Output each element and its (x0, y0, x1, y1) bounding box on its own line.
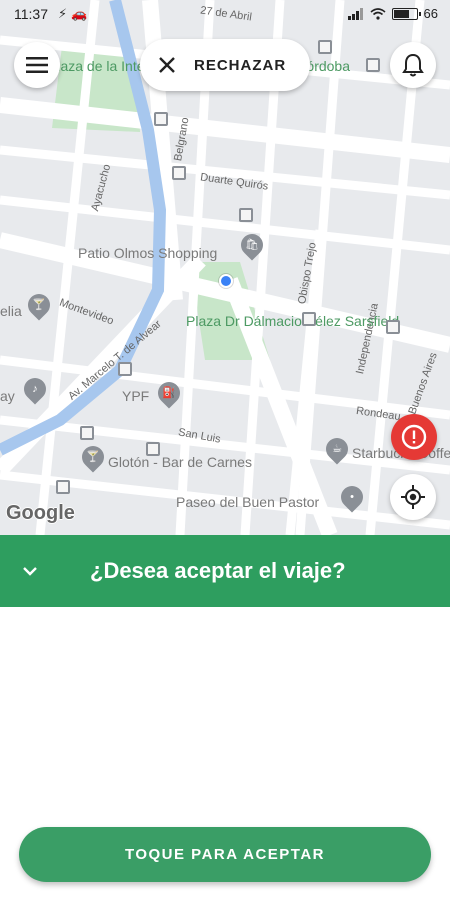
reject-button[interactable]: RECHAZAR (140, 39, 310, 91)
bus-stop-icon (172, 166, 186, 180)
current-location-dot (219, 274, 233, 288)
bus-stop-icon (154, 112, 168, 126)
alert-circle-icon (401, 424, 427, 450)
gas-station-pin-icon[interactable]: ⛽ (153, 377, 185, 409)
accept-trip-button[interactable]: TOQUE PARA ACEPTAR (19, 827, 431, 882)
poi-label: ay (0, 388, 15, 404)
notification-icons: ⚡🚗 (58, 6, 92, 21)
reject-label: RECHAZAR (194, 56, 287, 74)
signal-icon (347, 7, 363, 20)
bus-stop-icon (146, 442, 160, 456)
place-pin-icon[interactable]: • (336, 481, 368, 513)
poi-plaza-intendencia: Plaza de la Intendencia de la ciudad de … (48, 58, 350, 74)
bus-stop-icon (366, 58, 380, 72)
bus-stop-icon (56, 480, 70, 494)
bell-icon (402, 53, 424, 77)
bus-stop-icon (302, 312, 316, 326)
my-location-icon (401, 485, 425, 509)
bus-stop-icon (239, 208, 253, 222)
cafe-pin-icon[interactable]: ☕ (321, 433, 353, 465)
bus-stop-icon (80, 426, 94, 440)
battery-percent: 66 (423, 6, 438, 21)
poi-paseo: Paseo del Buen Pastor (176, 494, 320, 510)
battery-icon (391, 7, 421, 20)
alert-button[interactable] (391, 414, 437, 460)
poi-ypf: YPF (122, 388, 150, 404)
bus-stop-icon (386, 320, 400, 334)
poi-label: elia (0, 303, 22, 319)
menu-icon (26, 57, 48, 73)
bar-pin-icon[interactable]: 🍸 (23, 289, 55, 321)
menu-button[interactable] (14, 42, 60, 88)
trip-request-banner: ¿Desea aceptar el viaje? (0, 535, 450, 607)
google-logo: Google (6, 502, 75, 524)
status-right: 66 (347, 6, 438, 21)
music-pin-icon[interactable]: ♪ (19, 373, 51, 405)
bus-stop-icon (118, 362, 132, 376)
status-bar: 11:37 ⚡🚗 66 (0, 0, 450, 30)
shopping-pin-icon[interactable]: 🛍 (236, 229, 268, 261)
notifications-button[interactable] (390, 42, 436, 88)
bar-pin-icon[interactable]: 🍸 (77, 441, 109, 473)
poi-plaza-velez: Plaza Dr Dálmacio Vélez Sarsfield (186, 313, 400, 329)
poi-gloton: Glotón - Bar de Carnes (108, 454, 252, 470)
close-icon (159, 57, 175, 73)
poi-patio-olmos: Patio Olmos Shopping (78, 245, 218, 261)
chevron-down-icon (23, 567, 37, 576)
trip-question: ¿Desea aceptar el viaje? (90, 558, 346, 583)
status-time: 11:37 (14, 6, 48, 22)
accept-label: TOQUE PARA ACEPTAR (124, 846, 326, 863)
collapse-button[interactable] (0, 535, 60, 607)
bus-stop-icon (318, 40, 332, 54)
my-location-button[interactable] (390, 474, 436, 520)
wifi-icon (370, 7, 386, 20)
